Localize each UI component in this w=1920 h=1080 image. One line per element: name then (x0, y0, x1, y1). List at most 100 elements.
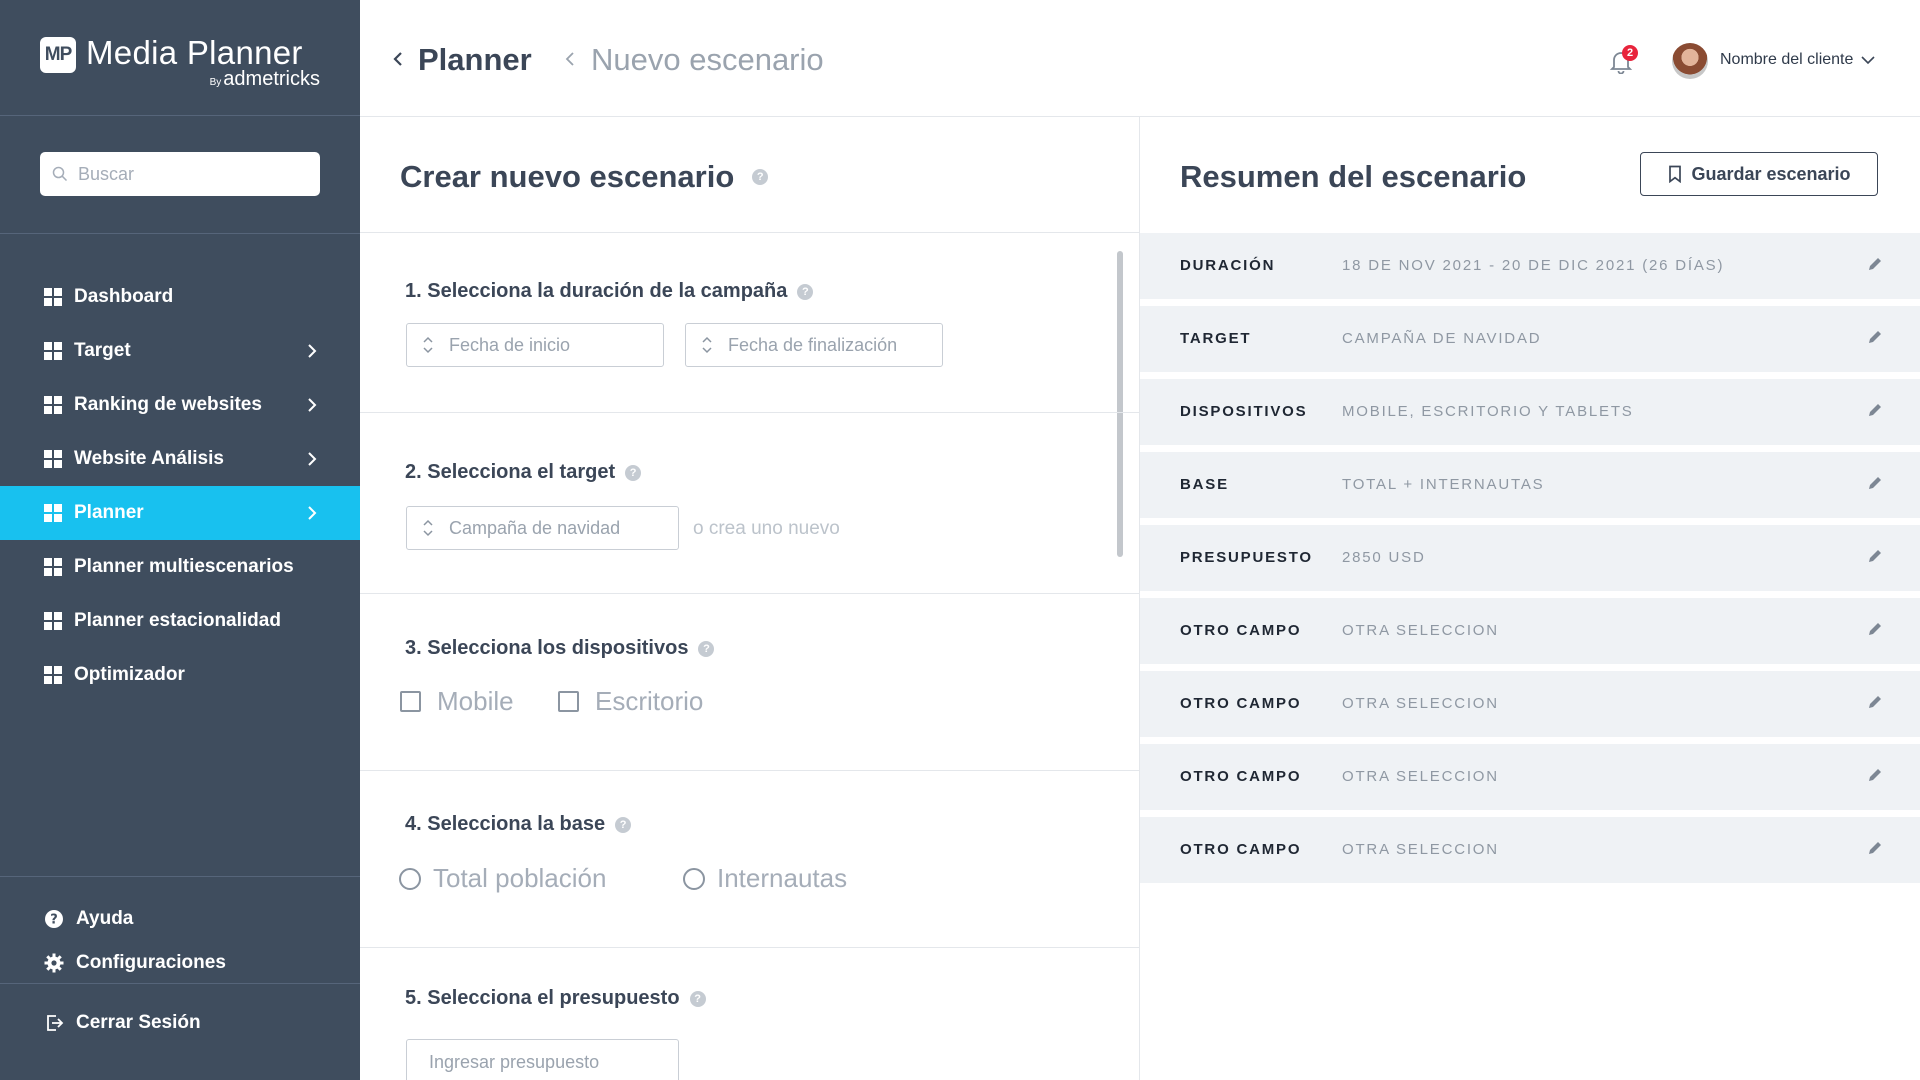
bottom-nav: ? Ayuda Configuraciones (0, 876, 360, 985)
checkbox-box[interactable] (400, 691, 421, 712)
radio-label: Total población (433, 863, 607, 893)
logout-link[interactable]: Cerrar Sesión (0, 1001, 360, 1045)
bookmark-icon (1669, 165, 1682, 183)
logout-area: Cerrar Sesión (0, 983, 360, 1080)
sidebar-item-planner[interactable]: Planner (0, 486, 360, 540)
help-link[interactable]: ? Ayuda (0, 897, 360, 941)
help-icon[interactable]: ? (615, 816, 632, 833)
logo-by: By (209, 77, 222, 88)
summary-row: OTRO CAMPO OTRA SELECCION (1140, 671, 1920, 737)
help-icon[interactable]: ? (689, 990, 706, 1007)
form-column: Crear nuevo escenario? 1. Selecciona la … (360, 117, 1140, 1080)
sidebar-item-optimizador[interactable]: Optimizador (0, 648, 360, 702)
gear-icon (44, 953, 64, 973)
sidebar-item-ranking-de-websites[interactable]: Ranking de websites (0, 378, 360, 432)
pencil-icon[interactable] (1867, 256, 1883, 272)
chevron-down-icon[interactable] (1860, 52, 1876, 68)
form-header: Crear nuevo escenario? (360, 117, 1139, 233)
device-mobile-checkbox[interactable]: Mobile (400, 686, 514, 717)
dashboard-grid-icon (44, 396, 62, 414)
summary-row: OTRO CAMPO OTRA SELECCION (1140, 744, 1920, 810)
search-icon (52, 166, 68, 182)
help-icon[interactable]: ? (797, 283, 814, 300)
main-nav: Dashboard Target Ranking de websites Websit… (0, 270, 360, 702)
summary-row: OTRO CAMPO OTRA SELECCION (1140, 598, 1920, 664)
radio-circle[interactable] (683, 867, 705, 890)
pencil-icon[interactable] (1867, 621, 1883, 637)
sidebar-item-label: Website Análisis (74, 448, 224, 469)
summary-title: Resumen del escenario (1180, 159, 1527, 194)
help-icon[interactable]: ? (752, 168, 769, 185)
dashboard-grid-icon (44, 558, 62, 576)
top-header: Planner Nuevo escenario 2 Nombre del cli… (360, 0, 1920, 117)
pencil-icon[interactable] (1867, 840, 1883, 856)
section-devices: 3. Selecciona los dispositivos? Mobile E… (360, 595, 1139, 771)
summary-value: OTRA SELECCION (1342, 841, 1499, 858)
section-title: 4. Selecciona la base? (405, 813, 632, 836)
sidebar-item-target[interactable]: Target (0, 324, 360, 378)
help-icon[interactable]: ? (698, 640, 715, 657)
sidebar-item-label: Ranking de websites (74, 394, 262, 415)
dashboard-grid-icon (44, 666, 62, 684)
sidebar-item-planner-multiescenarios[interactable]: Planner multiescenarios (0, 540, 360, 594)
help-icon[interactable]: ? (625, 464, 642, 481)
start-date-select[interactable]: Fecha de inicio (406, 323, 664, 367)
start-date-placeholder: Fecha de inicio (449, 334, 571, 355)
section-title-text: 1. Selecciona la duración de la campaña (405, 280, 788, 302)
sidebar-item-dashboard[interactable]: Dashboard (0, 270, 360, 324)
summary-value: OTRA SELECCION (1342, 622, 1499, 639)
section-title-text: 4. Selecciona la base (405, 813, 606, 835)
summary-row: BASE TOTAL + INTERNAUTAS (1140, 452, 1920, 518)
pencil-icon[interactable] (1867, 767, 1883, 783)
logo[interactable]: MP Media Planner By admetricks (0, 0, 360, 116)
summary-value: MOBILE, ESCRITORIO Y TABLETS (1342, 403, 1634, 420)
pencil-icon[interactable] (1867, 329, 1883, 345)
pencil-icon[interactable] (1867, 402, 1883, 418)
settings-link[interactable]: Configuraciones (0, 941, 360, 985)
sidebar-item-label: Target (74, 340, 131, 361)
breadcrumb-parent[interactable]: Planner (418, 42, 532, 78)
search-box[interactable] (40, 152, 320, 196)
summary-header: Resumen del escenario Guardar escenario (1140, 117, 1920, 233)
summary-label: PRESUPUESTO (1180, 549, 1313, 566)
budget-input[interactable] (406, 1039, 679, 1080)
device-desktop-checkbox[interactable]: Escritorio (558, 686, 703, 717)
save-scenario-button[interactable]: Guardar escenario (1640, 152, 1878, 196)
summary-row: PRESUPUESTO 2850 USD (1140, 525, 1920, 591)
dashboard-grid-icon (44, 450, 62, 468)
end-date-select[interactable]: Fecha de finalización (685, 323, 943, 367)
section-title: 5. Selecciona el presupuesto? (405, 987, 706, 1010)
avatar[interactable] (1672, 43, 1708, 79)
logo-subtitle: By admetricks (210, 68, 320, 91)
chevron-right-icon (308, 506, 317, 520)
target-select[interactable]: Campaña de navidad (406, 506, 679, 550)
pencil-icon[interactable] (1867, 548, 1883, 564)
checkbox-label: Escritorio (595, 686, 704, 716)
base-internautas-radio[interactable]: Internautas (683, 863, 847, 894)
base-total-radio[interactable]: Total población (399, 863, 606, 894)
sidebar-item-label: Planner estacionalidad (74, 610, 281, 631)
breadcrumb-separator-icon (565, 52, 574, 66)
chevron-right-icon (308, 398, 317, 412)
summary-label: DISPOSITIVOS (1180, 403, 1308, 420)
sidebar-item-website-an-lisis[interactable]: Website Análisis (0, 432, 360, 486)
summary-label: BASE (1180, 476, 1229, 493)
pencil-icon[interactable] (1867, 694, 1883, 710)
search-input[interactable] (78, 163, 298, 185)
back-chevron-icon[interactable] (390, 50, 408, 68)
summary-column: Resumen del escenario Guardar escenario … (1140, 117, 1920, 1080)
create-target-link[interactable]: o crea uno nuevo (693, 518, 840, 540)
sidebar-item-planner-estacionalidad[interactable]: Planner estacionalidad (0, 594, 360, 648)
summary-row: DURACIÓN 18 DE NOV 2021 - 20 DE DIC 2021 … (1140, 233, 1920, 299)
user-name[interactable]: Nombre del cliente (1720, 51, 1853, 69)
help-label: Ayuda (76, 908, 134, 929)
checkbox-box[interactable] (558, 691, 579, 712)
summary-value: OTRA SELECCION (1342, 768, 1499, 785)
section-target: 2. Selecciona el target? Campaña de navi… (360, 414, 1139, 594)
radio-circle[interactable] (399, 867, 421, 890)
logout-icon (47, 1015, 64, 1031)
pencil-icon[interactable] (1867, 475, 1883, 491)
sidebar-item-label: Planner (74, 502, 144, 523)
logout-label: Cerrar Sesión (76, 1012, 201, 1033)
form-title: Crear nuevo escenario? (400, 159, 769, 195)
